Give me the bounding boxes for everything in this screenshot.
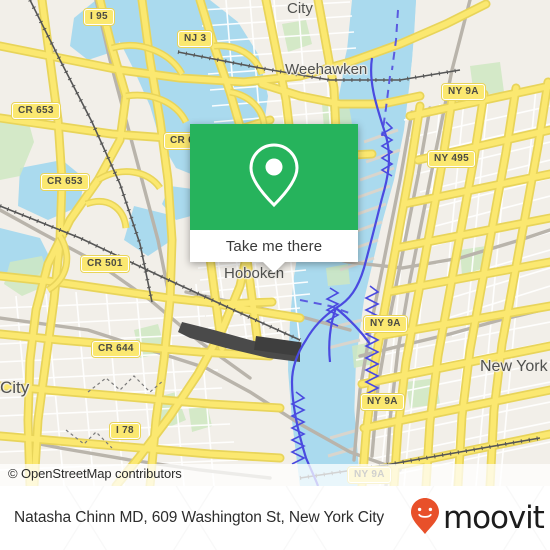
road-shield-ny9a-3[interactable]: NY 9A bbox=[360, 393, 405, 411]
take-me-there-button[interactable]: Take me there bbox=[190, 230, 358, 262]
road-shield-cr501[interactable]: CR 501 bbox=[80, 255, 130, 273]
road-shield-cr653-1[interactable]: CR 653 bbox=[11, 102, 61, 120]
road-shield-ny9a-2[interactable]: NY 9A bbox=[363, 315, 408, 333]
road-shield-i95[interactable]: I 95 bbox=[83, 8, 115, 26]
road-shield-i78[interactable]: I 78 bbox=[109, 422, 141, 440]
moovit-brand[interactable]: moovit bbox=[410, 497, 545, 540]
road-shield-cr644[interactable]: CR 644 bbox=[91, 340, 141, 358]
footer-bar: Natasha Chinn MD, 609 Washington St, New… bbox=[0, 486, 550, 550]
moovit-wordmark: moovit bbox=[443, 500, 545, 536]
map-pin-icon bbox=[245, 141, 303, 214]
road-shield-cr653-2[interactable]: CR 653 bbox=[40, 173, 90, 191]
take-me-there-label: Take me there bbox=[225, 237, 323, 255]
location-popup[interactable]: Take me there bbox=[190, 124, 358, 273]
road-shield-nj3[interactable]: NJ 3 bbox=[176, 30, 214, 48]
road-shield-ny495[interactable]: NY 495 bbox=[427, 150, 476, 168]
road-shield-ny9a-1[interactable]: NY 9A bbox=[441, 83, 486, 101]
map-screenshot: City Weehawken Hoboken City New York I 9… bbox=[0, 0, 550, 550]
popup-pointer-tail bbox=[263, 262, 285, 273]
location-caption: Natasha Chinn MD, 609 Washington St, New… bbox=[14, 509, 385, 526]
popup-header bbox=[190, 124, 358, 230]
osm-attribution[interactable]: © OpenStreetMap contributors bbox=[8, 466, 182, 481]
map-canvas[interactable]: City Weehawken Hoboken City New York I 9… bbox=[0, 0, 550, 486]
moovit-smiley-pin-icon bbox=[410, 497, 440, 540]
